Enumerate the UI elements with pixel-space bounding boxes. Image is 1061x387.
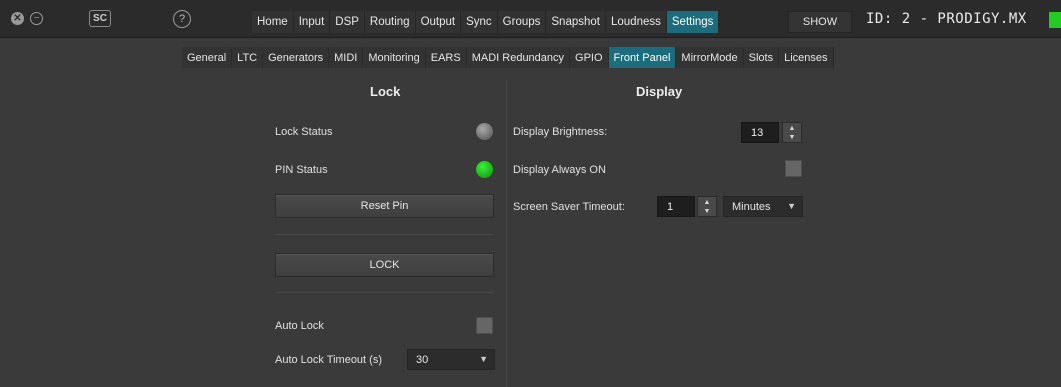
pin-status-label: PIN Status xyxy=(275,164,328,176)
tab-general[interactable]: General xyxy=(182,47,233,68)
display-panel-title: Display xyxy=(636,84,683,99)
display-always-on-checkbox[interactable] xyxy=(785,160,802,177)
auto-lock-checkbox[interactable] xyxy=(476,317,493,334)
screen-saver-timeout-label: Screen Saver Timeout: xyxy=(513,201,625,213)
stepper-down-icon[interactable]: ▼ xyxy=(704,207,711,216)
tab-monitoring[interactable]: Monitoring xyxy=(363,47,426,68)
nav-item-groups[interactable]: Groups xyxy=(497,11,547,33)
auto-lock-timeout-select[interactable]: 30 ▼ xyxy=(407,349,495,370)
close-window-icon[interactable]: ✕ xyxy=(11,12,24,25)
help-icon[interactable]: ? xyxy=(173,10,191,28)
auto-lock-label: Auto Lock xyxy=(275,320,324,332)
nav-item-output[interactable]: Output xyxy=(415,11,462,33)
lock-divider-2 xyxy=(275,292,494,293)
tab-ears[interactable]: EARS xyxy=(425,47,467,68)
tab-ltc[interactable]: LTC xyxy=(232,47,264,68)
nav-item-input[interactable]: Input xyxy=(293,11,331,33)
minimize-window-icon[interactable]: − xyxy=(30,12,43,25)
lock-status-label: Lock Status xyxy=(275,126,333,138)
sc-button[interactable]: SC xyxy=(89,10,111,27)
reset-pin-button[interactable]: Reset Pin xyxy=(275,194,494,218)
stepper-up-icon[interactable]: ▲ xyxy=(789,124,796,133)
screen-saver-unit-value: Minutes xyxy=(732,200,771,213)
status-indicator xyxy=(1049,12,1061,28)
tab-slots[interactable]: Slots xyxy=(743,47,780,68)
dropdown-arrow-icon: ▼ xyxy=(479,354,488,364)
lock-panel-title: Lock xyxy=(370,84,401,99)
dropdown-arrow-icon: ▼ xyxy=(787,201,796,211)
nav-item-snapshot[interactable]: Snapshot xyxy=(546,11,606,33)
nav-item-home[interactable]: Home xyxy=(252,11,294,33)
lock-button[interactable]: LOCK xyxy=(275,253,494,277)
auto-lock-timeout-label: Auto Lock Timeout (s) xyxy=(275,354,382,366)
display-brightness-stepper[interactable]: ▲ ▼ xyxy=(782,122,802,143)
nav-item-routing[interactable]: Routing xyxy=(364,11,416,33)
main-nav: Home Input DSP Routing Output Sync Groups Snaps… xyxy=(252,11,720,33)
screen-saver-timeout-value[interactable]: 1 xyxy=(657,196,695,217)
tab-midi[interactable]: MIDI xyxy=(329,47,364,68)
settings-subtabs: General LTC Generators MIDI Monitoring EARS MA… xyxy=(182,47,834,68)
auto-lock-timeout-value: 30 xyxy=(416,353,429,366)
lock-status-led xyxy=(476,123,493,140)
tab-front-panel[interactable]: Front Panel xyxy=(608,47,677,68)
stepper-up-icon[interactable]: ▲ xyxy=(704,198,711,207)
top-bar: ✕ − SC ? Home Input DSP Routing Output Sync Gr… xyxy=(0,0,1061,38)
lock-divider-1 xyxy=(275,234,494,235)
nav-item-loudness[interactable]: Loudness xyxy=(606,11,667,33)
tab-generators[interactable]: Generators xyxy=(263,47,330,68)
display-brightness-value[interactable]: 13 xyxy=(741,122,779,143)
tab-licenses[interactable]: Licenses xyxy=(779,47,834,68)
show-button[interactable]: SHOW xyxy=(788,11,852,33)
stepper-down-icon[interactable]: ▼ xyxy=(789,133,796,142)
display-always-on-label: Display Always ON xyxy=(513,164,606,176)
pin-status-led xyxy=(476,161,493,178)
device-id-label: ID: 2 - PRODIGY.MX xyxy=(866,11,1027,27)
screen-saver-timeout-stepper[interactable]: ▲ ▼ xyxy=(697,196,717,217)
nav-item-sync[interactable]: Sync xyxy=(461,11,498,33)
display-brightness-label: Display Brightness: xyxy=(513,126,608,138)
panel-divider xyxy=(506,80,507,387)
tab-madi-redundancy[interactable]: MADI Redundancy xyxy=(466,47,571,68)
tab-gpio[interactable]: GPIO xyxy=(570,47,609,68)
screen-saver-unit-select[interactable]: Minutes ▼ xyxy=(723,196,803,217)
nav-item-dsp[interactable]: DSP xyxy=(330,11,365,33)
tab-mirrormode[interactable]: MirrorMode xyxy=(676,47,744,68)
nav-item-settings[interactable]: Settings xyxy=(666,11,720,33)
